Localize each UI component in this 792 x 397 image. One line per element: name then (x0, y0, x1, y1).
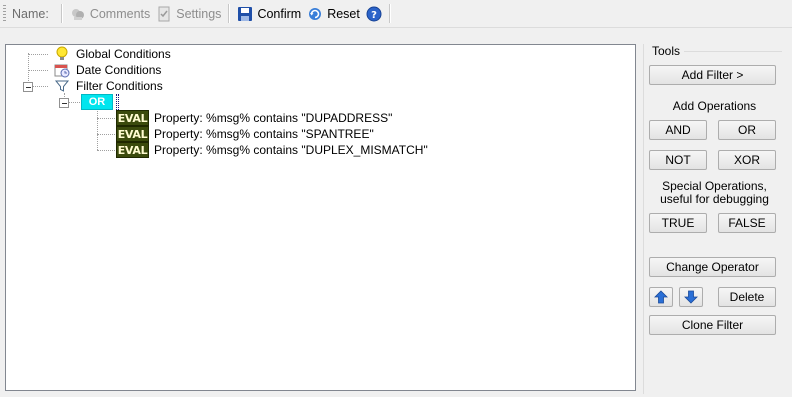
comments-icon (70, 6, 86, 22)
tree-line (68, 102, 80, 103)
funnel-icon (54, 78, 70, 94)
calendar-icon (54, 62, 70, 78)
change-operator-button[interactable]: Change Operator (649, 257, 776, 277)
help-button[interactable]: ? (363, 3, 385, 25)
tree-line (97, 109, 98, 150)
selection-caret (116, 94, 119, 110)
tree-node-global-conditions[interactable]: Global Conditions (54, 46, 171, 62)
date-conditions-label: Date Conditions (76, 63, 162, 77)
confirm-button[interactable]: Confirm (234, 3, 304, 25)
tree-line (97, 150, 115, 151)
tree-node-eval[interactable]: EVAL Property: %msg% contains "DUPADDRES… (116, 110, 392, 126)
special-operations-label: Special Operations, (662, 179, 767, 193)
lightbulb-icon (54, 46, 70, 62)
comments-label: Comments (89, 6, 151, 21)
arrow-down-icon (684, 290, 698, 304)
toolbar-separator (388, 4, 391, 23)
eval-condition-label: Property: %msg% contains "SPANTREE" (154, 127, 374, 141)
add-filter-button[interactable]: Add Filter > (649, 65, 776, 85)
svg-text:?: ? (371, 10, 377, 21)
tools-panel: Tools Add Filter > Add Operations AND OR… (643, 44, 785, 394)
comments-button[interactable]: Comments (67, 3, 153, 25)
special-operations-sublabel: useful for debugging (660, 192, 769, 206)
reset-button[interactable]: Reset (304, 3, 363, 25)
tools-divider (684, 51, 782, 52)
tree-line (97, 118, 115, 119)
reset-label: Reset (327, 6, 360, 21)
name-label: Name: (12, 6, 49, 21)
delete-button[interactable]: Delete (718, 287, 776, 307)
filter-conditions-label: Filter Conditions (76, 79, 163, 93)
move-down-button[interactable] (679, 287, 703, 307)
settings-label: Settings (176, 6, 222, 21)
arrow-up-icon (654, 290, 668, 304)
global-conditions-label: Global Conditions (76, 47, 171, 61)
toolbar-separator (228, 4, 231, 23)
and-button[interactable]: AND (649, 120, 707, 140)
save-icon (237, 6, 253, 22)
add-operations-label: Add Operations (672, 99, 757, 113)
help-icon: ? (366, 6, 382, 22)
not-button[interactable]: NOT (649, 150, 707, 170)
tree-node-date-conditions[interactable]: Date Conditions (54, 62, 161, 78)
xor-button[interactable]: XOR (718, 150, 776, 170)
toolbar-separator (60, 4, 63, 23)
eval-badge: EVAL (116, 142, 149, 158)
eval-condition-label: Property: %msg% contains "DUPLEX_MISMATC… (154, 143, 428, 157)
eval-condition-label: Property: %msg% contains "DUPADDRESS" (154, 111, 393, 125)
settings-icon (156, 6, 172, 22)
tree-node-filter-conditions[interactable]: Filter Conditions (54, 78, 163, 94)
false-button[interactable]: FALSE (718, 213, 776, 233)
tree-node-eval[interactable]: EVAL Property: %msg% contains "SPANTREE" (116, 126, 374, 142)
eval-badge: EVAL (116, 126, 149, 142)
true-button[interactable]: TRUE (649, 213, 707, 233)
tree-line (32, 86, 48, 87)
eval-badge: EVAL (116, 110, 149, 126)
toolbar-grip[interactable] (3, 5, 6, 22)
or-button[interactable]: OR (718, 120, 776, 140)
refresh-icon (307, 6, 323, 22)
tools-title: Tools (652, 44, 681, 58)
confirm-label: Confirm (257, 6, 302, 21)
collapse-toggle[interactable] (23, 82, 33, 92)
filter-tree[interactable]: Global Conditions Date Conditions Filter… (5, 44, 636, 391)
tree-node-eval[interactable]: EVAL Property: %msg% contains "DUPLEX_MI… (116, 142, 428, 158)
or-operator-node[interactable]: OR (81, 94, 113, 110)
move-up-button[interactable] (649, 287, 673, 307)
collapse-toggle[interactable] (59, 98, 69, 108)
toolbar: Name: Comments Settings Confirm Reset ? (0, 0, 792, 28)
tree-line (28, 70, 48, 71)
settings-button[interactable]: Settings (153, 3, 224, 25)
tree-line (97, 134, 115, 135)
tree-line (28, 54, 48, 55)
clone-filter-button[interactable]: Clone Filter (649, 315, 776, 335)
